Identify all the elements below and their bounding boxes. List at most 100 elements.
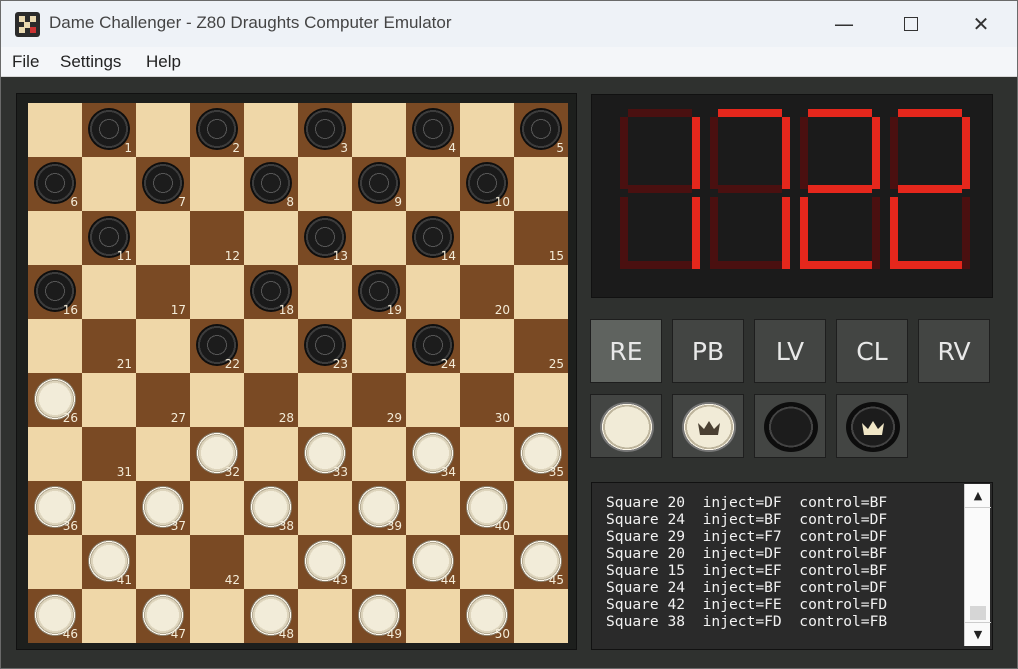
led-digit-1	[620, 109, 700, 279]
re-button[interactable]: RE	[590, 319, 662, 383]
square-number: 5	[556, 141, 564, 155]
board-square-24[interactable]: 24	[406, 319, 460, 373]
scroll-down-arrow-icon[interactable]: ▼	[965, 622, 991, 646]
board-square-43[interactable]: 43	[298, 535, 352, 589]
board-square-16[interactable]: 16	[28, 265, 82, 319]
board-square-35[interactable]: 35	[514, 427, 568, 481]
led-display	[591, 94, 993, 298]
board-square-39[interactable]: 39	[352, 481, 406, 535]
board-square-50[interactable]: 50	[460, 589, 514, 643]
board-square-33[interactable]: 33	[298, 427, 352, 481]
board-square-38[interactable]: 38	[244, 481, 298, 535]
board-square-32[interactable]: 32	[190, 427, 244, 481]
board-square-9[interactable]: 9	[352, 157, 406, 211]
board-square-5[interactable]: 5	[514, 103, 568, 157]
board-square-18[interactable]: 18	[244, 265, 298, 319]
menu-file[interactable]: File	[12, 52, 39, 72]
maximize-button[interactable]	[880, 1, 942, 47]
board-square-46[interactable]: 46	[28, 589, 82, 643]
log-scrollbar[interactable]: ▲ ▼	[964, 484, 991, 646]
square-number: 29	[386, 411, 402, 425]
close-button[interactable]: ✕	[950, 1, 1012, 47]
board-square-light	[28, 319, 82, 373]
board-square-light	[244, 319, 298, 373]
board-square-21[interactable]: 21	[82, 319, 136, 373]
black-man-button[interactable]	[754, 394, 826, 458]
board-square-13[interactable]: 13	[298, 211, 352, 265]
led-digit-4	[890, 109, 970, 279]
board-square-31[interactable]: 31	[82, 427, 136, 481]
menu-help[interactable]: Help	[146, 52, 181, 72]
board-square-25[interactable]: 25	[514, 319, 568, 373]
board-square-light	[352, 535, 406, 589]
board-square-light	[460, 535, 514, 589]
board-square-light	[82, 481, 136, 535]
minimize-button[interactable]: —	[813, 1, 875, 47]
square-number: 40	[494, 519, 510, 533]
square-number: 18	[278, 303, 294, 317]
board-square-36[interactable]: 36	[28, 481, 82, 535]
board-square-47[interactable]: 47	[136, 589, 190, 643]
board-square-45[interactable]: 45	[514, 535, 568, 589]
board-square-15[interactable]: 15	[514, 211, 568, 265]
white-king-button[interactable]	[672, 394, 744, 458]
board-square-10[interactable]: 10	[460, 157, 514, 211]
board-square-30[interactable]: 30	[460, 373, 514, 427]
square-number: 13	[332, 249, 348, 263]
cl-button[interactable]: CL	[836, 319, 908, 383]
board-square-28[interactable]: 28	[244, 373, 298, 427]
board-square-42[interactable]: 42	[190, 535, 244, 589]
board-square-19[interactable]: 19	[352, 265, 406, 319]
board-square-41[interactable]: 41	[82, 535, 136, 589]
led-segment-f	[800, 117, 808, 189]
board-square-14[interactable]: 14	[406, 211, 460, 265]
board-square-light	[28, 211, 82, 265]
board-square-26[interactable]: 26	[28, 373, 82, 427]
board-square-22[interactable]: 22	[190, 319, 244, 373]
board-square-49[interactable]: 49	[352, 589, 406, 643]
square-number: 19	[386, 303, 402, 317]
lv-button[interactable]: LV	[754, 319, 826, 383]
black-king-button[interactable]	[836, 394, 908, 458]
board-square-34[interactable]: 34	[406, 427, 460, 481]
board-square-8[interactable]: 8	[244, 157, 298, 211]
board-square-7[interactable]: 7	[136, 157, 190, 211]
menu-settings[interactable]: Settings	[60, 52, 121, 72]
board-square-4[interactable]: 4	[406, 103, 460, 157]
rv-button[interactable]: RV	[918, 319, 990, 383]
draughts-board[interactable]: 1 2 3 4 5 6 7 8 9 10 11 12 13 14 15 16 17 18 19 20 21 22 23 24 2…	[28, 103, 568, 643]
board-square-12[interactable]: 12	[190, 211, 244, 265]
board-square-light	[514, 265, 568, 319]
board-square-3[interactable]: 3	[298, 103, 352, 157]
scroll-thumb[interactable]	[970, 606, 986, 620]
pb-button[interactable]: PB	[672, 319, 744, 383]
board-square-48[interactable]: 48	[244, 589, 298, 643]
board-square-2[interactable]: 2	[190, 103, 244, 157]
board-square-light	[82, 157, 136, 211]
led-segment-a	[808, 109, 872, 117]
square-number: 34	[440, 465, 456, 479]
board-square-light	[136, 319, 190, 373]
board-square-20[interactable]: 20	[460, 265, 514, 319]
log-line: Square 29 inject=F7 control=DF	[606, 528, 888, 545]
board-square-light	[514, 589, 568, 643]
board-square-light	[298, 265, 352, 319]
board-square-6[interactable]: 6	[28, 157, 82, 211]
led-segment-e	[890, 197, 898, 269]
board-square-1[interactable]: 1	[82, 103, 136, 157]
board-square-light	[352, 103, 406, 157]
board-square-40[interactable]: 40	[460, 481, 514, 535]
white-man-button[interactable]	[590, 394, 662, 458]
square-number: 24	[440, 357, 456, 371]
board-square-29[interactable]: 29	[352, 373, 406, 427]
board-square-17[interactable]: 17	[136, 265, 190, 319]
board-square-27[interactable]: 27	[136, 373, 190, 427]
black-man-icon	[764, 402, 818, 452]
square-number: 28	[278, 411, 294, 425]
scroll-up-arrow-icon[interactable]: ▲	[965, 484, 991, 508]
board-square-44[interactable]: 44	[406, 535, 460, 589]
board-square-37[interactable]: 37	[136, 481, 190, 535]
square-number: 42	[224, 573, 240, 587]
board-square-11[interactable]: 11	[82, 211, 136, 265]
board-square-23[interactable]: 23	[298, 319, 352, 373]
